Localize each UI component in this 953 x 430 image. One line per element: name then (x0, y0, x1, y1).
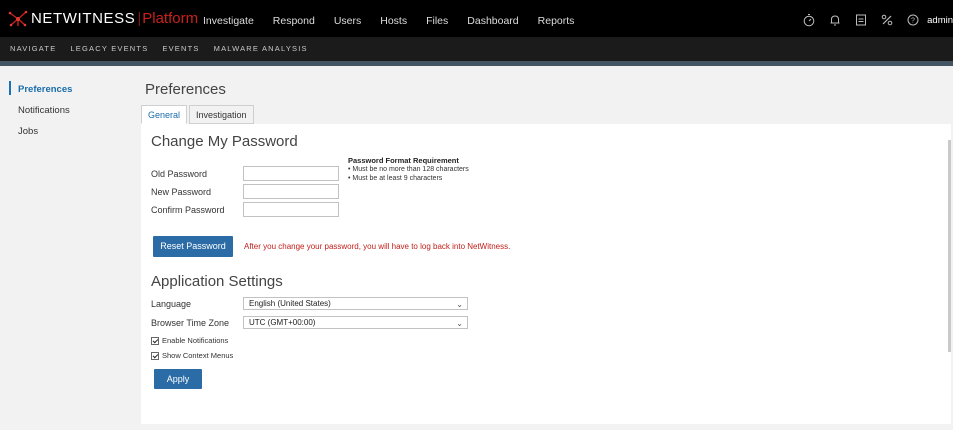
tab-bar: General Investigation (141, 105, 256, 124)
password-warning: After you change your password, you will… (244, 242, 511, 251)
main-nav: Investigate Respond Users Hosts Files Da… (203, 15, 593, 27)
subnav-events[interactable]: EVENTS (162, 44, 199, 53)
top-bar: NETWITNESS | Platform Investigate Respon… (0, 0, 953, 37)
old-password-label: Old Password (151, 169, 208, 179)
language-label: Language (151, 299, 192, 309)
confirm-password-label: Confirm Password (151, 205, 225, 215)
show-context-menus-row[interactable]: Show Context Menus (151, 351, 233, 360)
timer-icon[interactable] (802, 13, 816, 27)
bell-icon[interactable] (828, 13, 842, 27)
tools-icon[interactable] (880, 13, 894, 27)
chevron-down-icon: ⌄ (456, 300, 463, 309)
timezone-select[interactable]: UTC (GMT+00:00) ⌄ (243, 316, 468, 329)
subnav-malware-analysis[interactable]: MALWARE ANALYSIS (214, 44, 308, 53)
brand-product: Platform (142, 10, 199, 27)
new-password-field[interactable] (243, 184, 339, 199)
timezone-value: UTC (GMT+00:00) (249, 318, 316, 327)
nav-investigate[interactable]: Investigate (203, 15, 254, 27)
clipboard-icon[interactable] (854, 13, 868, 27)
user-menu[interactable]: admin (927, 15, 953, 26)
requirement-min-length: • Must be at least 9 characters (348, 175, 443, 182)
apply-button[interactable]: Apply (154, 369, 202, 389)
sidebar-item-jobs[interactable]: Jobs (18, 126, 38, 137)
sidebar: Preferences Notifications Jobs (0, 66, 123, 430)
show-context-menus-label: Show Context Menus (162, 351, 234, 360)
reset-password-button[interactable]: Reset Password (153, 236, 233, 257)
nav-hosts[interactable]: Hosts (380, 15, 407, 27)
password-requirements-title: Password Format Requirement (348, 156, 459, 165)
enable-notifications-label: Enable Notifications (162, 336, 229, 345)
header-tools: ? admin (790, 13, 953, 27)
subnav-navigate[interactable]: NAVIGATE (10, 44, 56, 53)
change-password-heading: Change My Password (151, 133, 298, 150)
old-password-field[interactable] (243, 166, 339, 181)
timezone-label: Browser Time Zone (151, 318, 230, 328)
language-value: English (United States) (249, 299, 331, 308)
page-title: Preferences (145, 81, 226, 98)
subnav-legacy-events[interactable]: LEGACY EVENTS (70, 44, 148, 53)
sidebar-item-preferences[interactable]: Preferences (18, 84, 72, 95)
help-icon[interactable]: ? (906, 13, 920, 27)
tab-investigation[interactable]: Investigation (189, 105, 254, 124)
svg-text:?: ? (911, 18, 915, 25)
scrollbar[interactable] (948, 140, 951, 352)
nav-dashboard[interactable]: Dashboard (467, 15, 518, 27)
enable-notifications-checkbox[interactable] (151, 336, 159, 345)
brand-name: NETWITNESS (31, 10, 136, 27)
confirm-password-field[interactable] (243, 202, 339, 217)
netwitness-logo-icon (8, 10, 28, 27)
nav-respond[interactable]: Respond (273, 15, 315, 27)
nav-files[interactable]: Files (426, 15, 448, 27)
application-settings-heading: Application Settings (151, 273, 283, 290)
subnav-divider (0, 61, 953, 66)
brand-separator: | (137, 10, 142, 27)
nav-reports[interactable]: Reports (538, 15, 575, 27)
enable-notifications-row[interactable]: Enable Notifications (151, 336, 228, 345)
tab-general[interactable]: General (141, 105, 188, 124)
requirement-max-length: • Must be no more than 128 characters (348, 166, 469, 173)
new-password-label: New Password (151, 187, 212, 197)
sub-nav: NAVIGATE LEGACY EVENTS EVENTS MALWARE AN… (0, 37, 953, 61)
sidebar-item-notifications[interactable]: Notifications (18, 105, 70, 116)
language-select[interactable]: English (United States) ⌄ (243, 297, 468, 310)
logo[interactable]: NETWITNESS | Platform (8, 10, 198, 27)
active-indicator (9, 81, 11, 95)
nav-users[interactable]: Users (334, 15, 361, 27)
show-context-menus-checkbox[interactable] (151, 351, 159, 360)
chevron-down-icon: ⌄ (456, 319, 463, 328)
